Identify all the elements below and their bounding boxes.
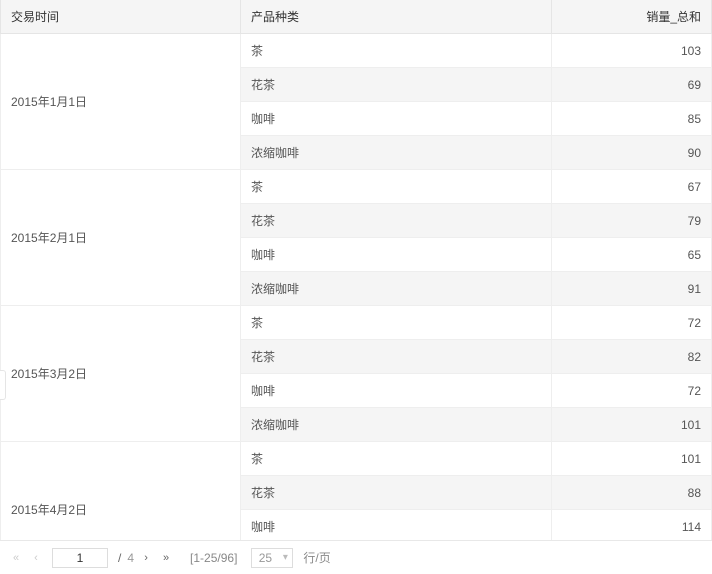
page-size-select[interactable]: 25 ▾ xyxy=(251,548,293,568)
page-input[interactable] xyxy=(52,548,108,568)
sum-cell: 88 xyxy=(552,476,712,510)
sum-cell: 114 xyxy=(552,510,712,542)
next-page-icon[interactable]: › xyxy=(138,552,154,564)
table-header-row: 交易时间 产品种类 销量_总和 xyxy=(1,0,712,34)
product-type-cell: 茶 xyxy=(241,170,552,204)
prev-page-icon[interactable]: ‹ xyxy=(28,552,44,564)
product-type-cell: 茶 xyxy=(241,306,552,340)
col-type[interactable]: 产品种类 xyxy=(241,0,552,34)
product-type-cell: 咖啡 xyxy=(241,510,552,542)
total-pages: 4 xyxy=(127,551,134,565)
pager: « ‹ / 4 › » [1-25/96] 25 ▾ 行/页 xyxy=(0,541,712,574)
table-row[interactable]: 2015年3月2日茶72 xyxy=(1,306,712,340)
sum-cell: 65 xyxy=(552,238,712,272)
page-slash: / xyxy=(118,551,121,565)
sum-cell: 79 xyxy=(552,204,712,238)
col-sum[interactable]: 销量_总和 xyxy=(552,0,712,34)
group-date-cell: 2015年1月1日 xyxy=(1,34,241,170)
sum-cell: 101 xyxy=(552,408,712,442)
sum-cell: 82 xyxy=(552,340,712,374)
chevron-down-icon: ▾ xyxy=(278,552,292,563)
sum-cell: 72 xyxy=(552,374,712,408)
product-type-cell: 花茶 xyxy=(241,476,552,510)
sum-cell: 90 xyxy=(552,136,712,170)
per-page-label: 行/页 xyxy=(303,549,330,566)
data-table: 交易时间 产品种类 销量_总和 2015年1月1日茶103花茶69咖啡85浓缩咖… xyxy=(0,0,712,541)
sum-cell: 101 xyxy=(552,442,712,476)
first-page-icon[interactable]: « xyxy=(8,552,24,564)
side-expand-handle[interactable] xyxy=(0,370,6,400)
group-date-cell: 2015年2月1日 xyxy=(1,170,241,306)
product-type-cell: 浓缩咖啡 xyxy=(241,272,552,306)
product-type-cell: 花茶 xyxy=(241,68,552,102)
product-type-cell: 花茶 xyxy=(241,340,552,374)
row-range: [1-25/96] xyxy=(190,551,237,565)
sum-cell: 67 xyxy=(552,170,712,204)
col-date[interactable]: 交易时间 xyxy=(1,0,241,34)
product-type-cell: 咖啡 xyxy=(241,238,552,272)
table-row[interactable]: 2015年4月2日茶101 xyxy=(1,442,712,476)
last-page-icon[interactable]: » xyxy=(158,552,174,564)
table-row[interactable]: 2015年1月1日茶103 xyxy=(1,34,712,68)
product-type-cell: 浓缩咖啡 xyxy=(241,408,552,442)
sum-cell: 85 xyxy=(552,102,712,136)
table-row[interactable]: 2015年2月1日茶67 xyxy=(1,170,712,204)
product-type-cell: 咖啡 xyxy=(241,102,552,136)
sum-cell: 69 xyxy=(552,68,712,102)
product-type-cell: 茶 xyxy=(241,34,552,68)
product-type-cell: 花茶 xyxy=(241,204,552,238)
group-date-cell: 2015年4月2日 xyxy=(1,442,241,542)
page-size-value: 25 xyxy=(252,551,278,565)
product-type-cell: 茶 xyxy=(241,442,552,476)
sum-cell: 103 xyxy=(552,34,712,68)
table-container: 交易时间 产品种类 销量_总和 2015年1月1日茶103花茶69咖啡85浓缩咖… xyxy=(0,0,712,541)
group-date-cell: 2015年3月2日 xyxy=(1,306,241,442)
sum-cell: 72 xyxy=(552,306,712,340)
product-type-cell: 浓缩咖啡 xyxy=(241,136,552,170)
product-type-cell: 咖啡 xyxy=(241,374,552,408)
sum-cell: 91 xyxy=(552,272,712,306)
